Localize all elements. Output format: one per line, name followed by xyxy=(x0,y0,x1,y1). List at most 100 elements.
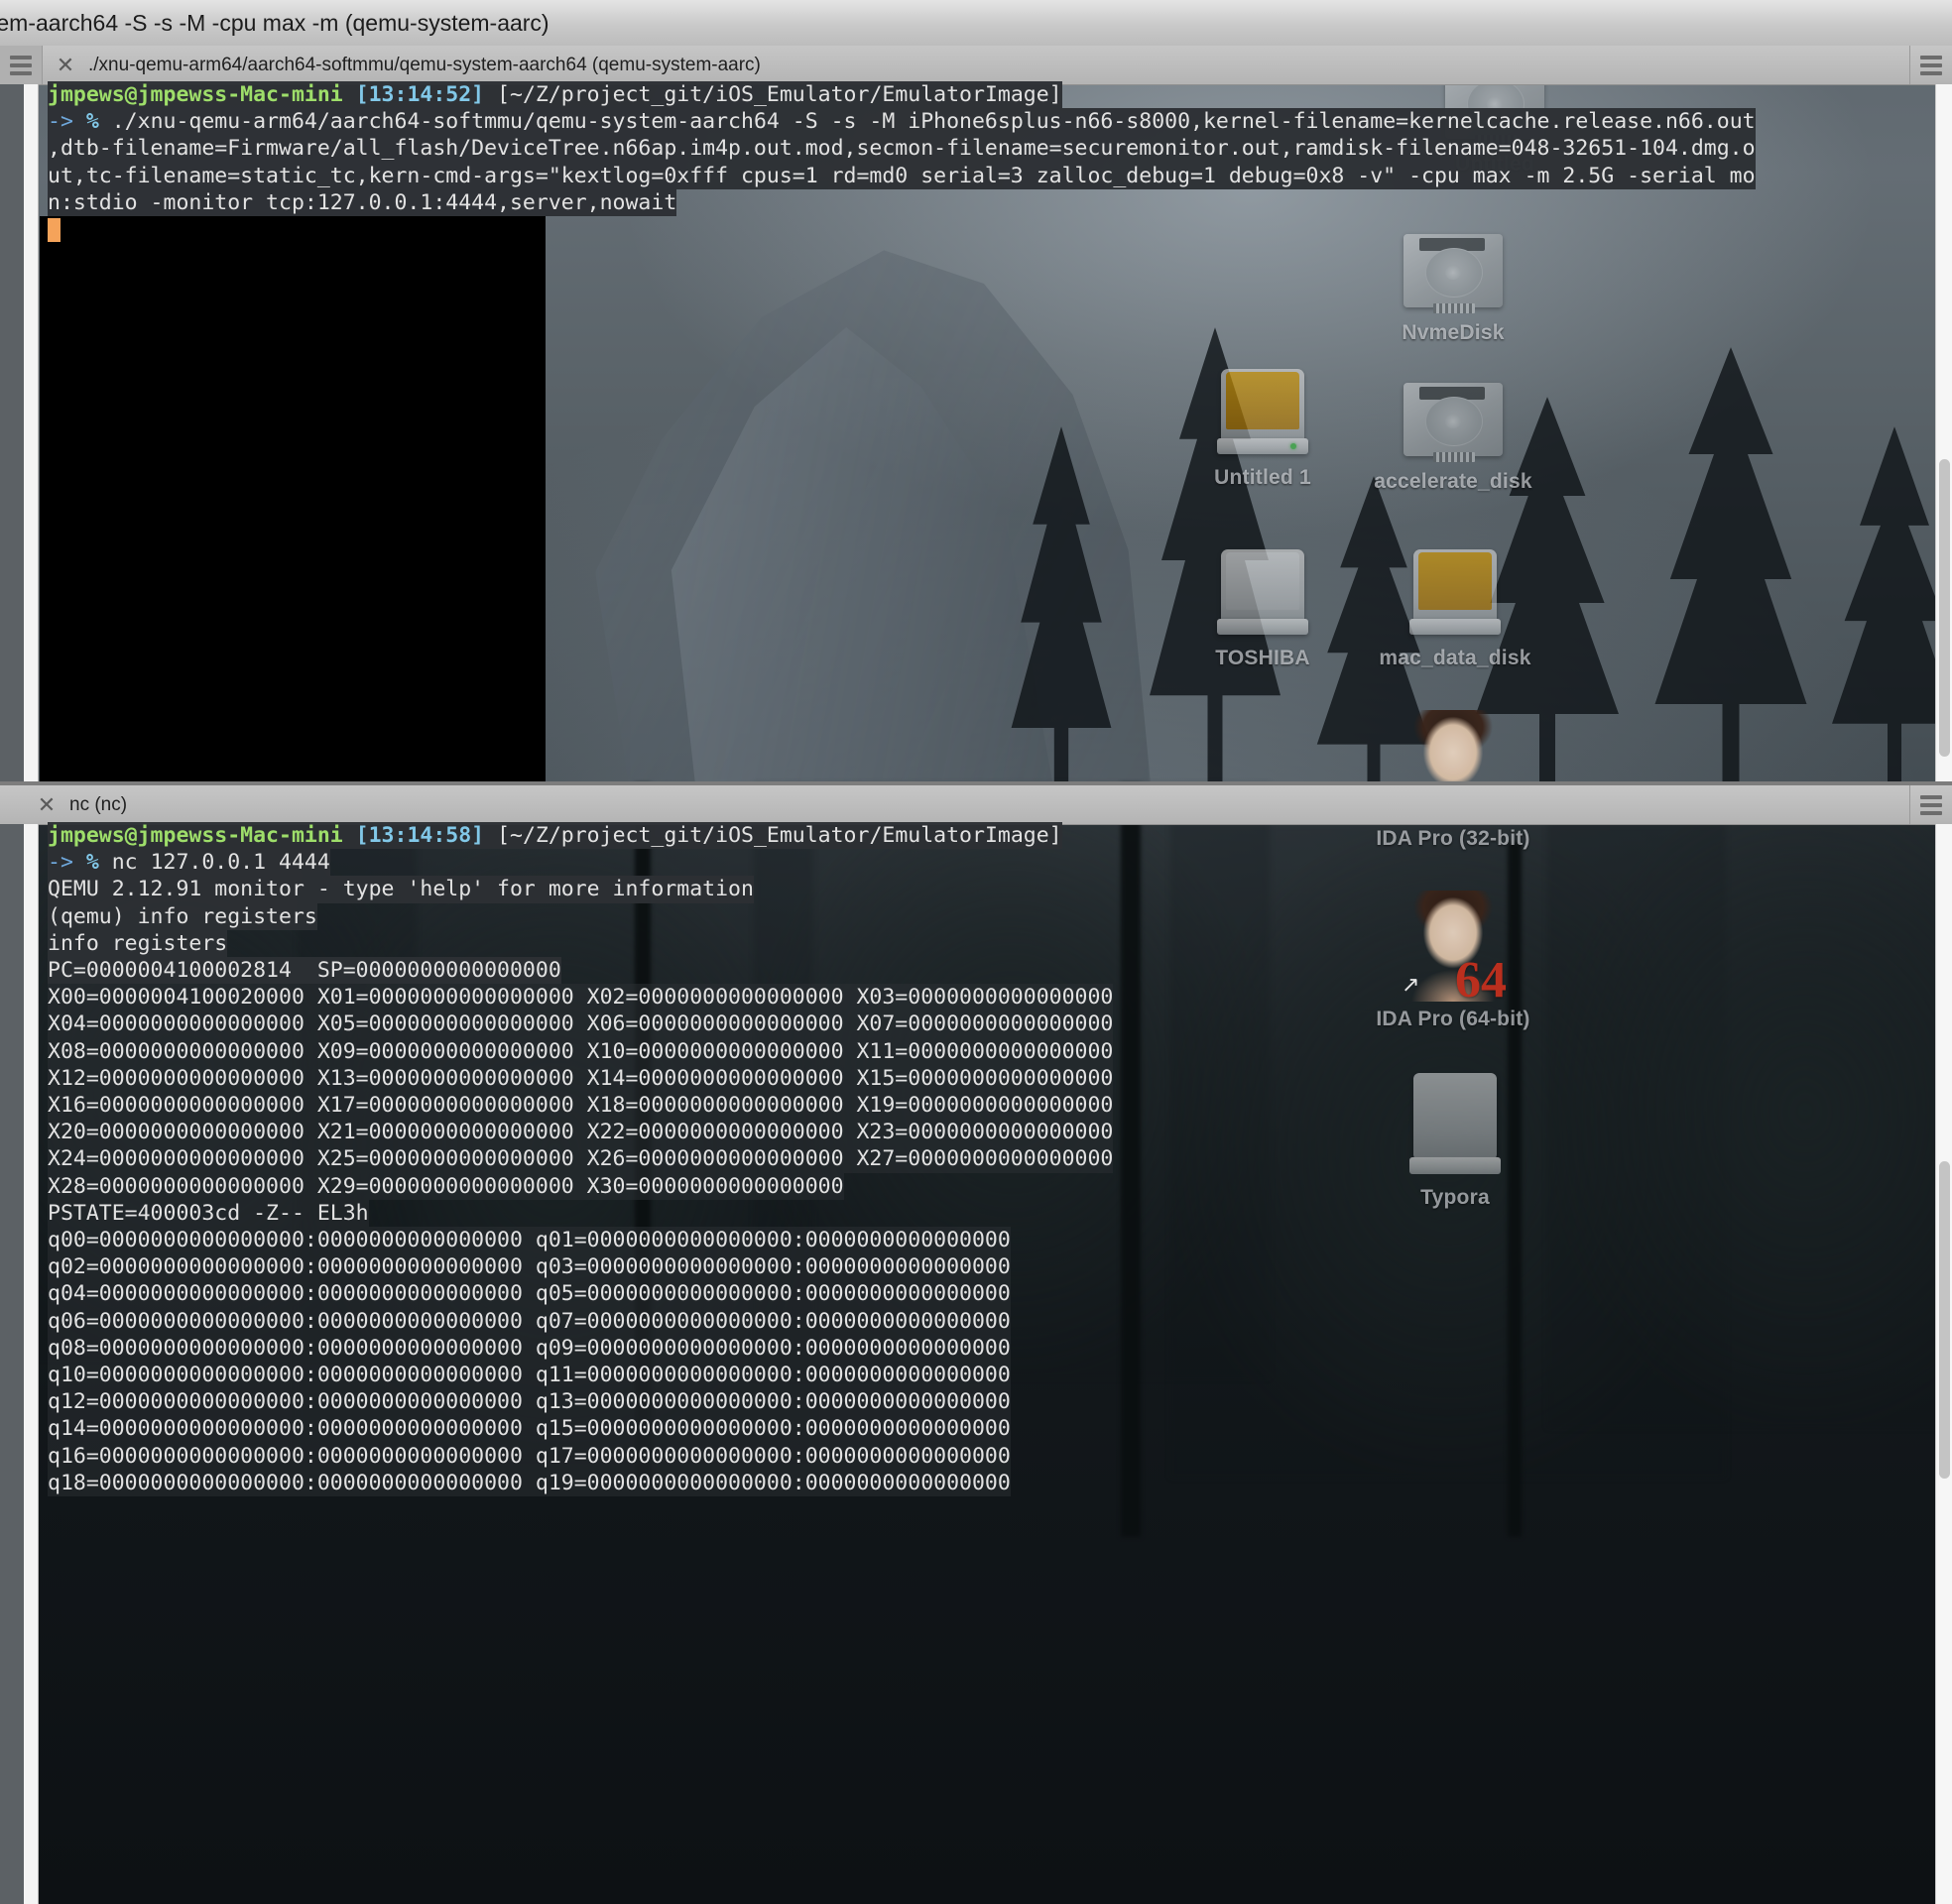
terminal-line: PC=0000004100002814 SP=0000000000000000 xyxy=(48,957,1555,985)
pane-header-nc[interactable]: ✕ nc (nc) xyxy=(0,785,1952,825)
hard-disk-icon xyxy=(1403,377,1503,464)
terminal-line: X16=0000000000000000 X17=000000000000000… xyxy=(48,1092,1555,1120)
terminal-line: q00=0000000000000000:0000000000000000 q0… xyxy=(48,1227,1555,1254)
terminal-line: q04=0000000000000000:0000000000000000 q0… xyxy=(48,1280,1555,1308)
terminal-span: ut,tc-filename=static_tc,kern-cmd-args="… xyxy=(48,163,1756,188)
terminal-line: QEMU 2.12.91 monitor - type 'help' for m… xyxy=(48,876,1555,903)
scrollbar-thumb[interactable] xyxy=(1939,1161,1950,1479)
hamburger-icon-right[interactable] xyxy=(1909,46,1952,84)
terminal-cursor xyxy=(48,218,61,242)
hard-disk-icon xyxy=(1403,228,1503,315)
scrollbar-qemu[interactable] xyxy=(1935,84,1952,781)
desktop-icon-accelerate-disk[interactable]: accelerate_disk xyxy=(1359,377,1547,494)
terminal-line: jmpews@jmpewss-Mac-mini [13:14:58] [~/Z/… xyxy=(48,822,1555,850)
terminal-line: (qemu) info registers xyxy=(48,902,1555,930)
terminal-line: X28=0000000000000000 X29=000000000000000… xyxy=(48,1172,1555,1200)
terminal-text-nc: jmpews@jmpewss-Mac-mini [13:14:58] [~/Z/… xyxy=(48,822,1555,1497)
terminal-line: ut,tc-filename=static_tc,kern-cmd-args="… xyxy=(48,162,1756,189)
wallpaper-tree xyxy=(1654,347,1807,793)
hamburger-icon-right[interactable] xyxy=(1909,785,1952,824)
pane-edge-shadow-nc xyxy=(0,824,24,1904)
pane-header-qemu[interactable]: ✕ ./xnu-qemu-arm64/aarch64-softmmu/qemu-… xyxy=(0,46,1952,85)
terminal-span: PSTATE=400003cd -Z-- EL3h xyxy=(48,1200,369,1226)
terminal-span: [~/Z/project_git/iOS_Emulator/EmulatorIm… xyxy=(484,82,1062,107)
external-drive-icon xyxy=(1409,545,1501,641)
terminal-span: q02=0000000000000000:0000000000000000 q0… xyxy=(48,1254,1011,1280)
terminal-line: X12=0000000000000000 X13=000000000000000… xyxy=(48,1064,1555,1093)
terminal-line: q08=0000000000000000:0000000000000000 q0… xyxy=(48,1334,1555,1363)
pane-edge-shadow xyxy=(0,84,24,781)
terminal-line: X04=0000000000000000 X05=000000000000000… xyxy=(48,1011,1555,1038)
terminal-span: jmpews@jmpewss-Mac-mini xyxy=(48,82,356,107)
desktop-icon-label: mac_data_disk xyxy=(1379,647,1531,669)
scrollbar-thumb[interactable] xyxy=(1939,459,1950,757)
qemu-output-area xyxy=(40,216,546,781)
terminal-span: q14=0000000000000000:0000000000000000 q1… xyxy=(48,1416,1011,1442)
terminal-span: q00=0000000000000000:0000000000000000 q0… xyxy=(48,1228,1011,1253)
screen: Untitled NvmeDisk Untitled 1 accelerate_… xyxy=(0,0,1952,1904)
terminal-span: ,dtb-filename=Firmware/all_flash/DeviceT… xyxy=(48,136,1756,162)
terminal-span: X12=0000000000000000 X13=000000000000000… xyxy=(48,1065,1114,1091)
desktop-icon-label: TOSHIBA xyxy=(1215,647,1310,669)
terminal-line: ,dtb-filename=Firmware/all_flash/DeviceT… xyxy=(48,135,1756,163)
terminal-line: q10=0000000000000000:0000000000000000 q1… xyxy=(48,1362,1555,1389)
desktop-icon-toshiba[interactable]: TOSHIBA xyxy=(1168,545,1357,670)
pane-tab-title-nc: nc (nc) xyxy=(69,793,128,815)
terminal-line: X24=0000000000000000 X25=000000000000000… xyxy=(48,1145,1555,1173)
pane-gutter-left-nc xyxy=(24,824,39,1904)
terminal-line: X08=0000000000000000 X09=000000000000000… xyxy=(48,1037,1555,1065)
terminal-span: jmpews@jmpewss-Mac-mini xyxy=(48,823,356,848)
terminal-span: % xyxy=(85,850,112,876)
terminal-line: PSTATE=400003cd -Z-- EL3h xyxy=(48,1199,1555,1228)
close-icon[interactable]: ✕ xyxy=(43,54,88,76)
terminal-span: (qemu) info registers xyxy=(48,903,317,929)
desktop-icon-label: accelerate_disk xyxy=(1374,470,1532,493)
terminal-span: q10=0000000000000000:0000000000000000 q1… xyxy=(48,1363,1011,1388)
terminal-span: ./xnu-qemu-arm64/aarch64-softmmu/qemu-sy… xyxy=(111,109,1756,135)
terminal-span: X00=0000004100020000 X01=000000000000000… xyxy=(48,985,1114,1011)
close-icon[interactable]: ✕ xyxy=(24,793,69,816)
terminal-line: -> % nc 127.0.0.1 4444 xyxy=(48,849,1555,877)
terminal-span: info registers xyxy=(48,930,228,956)
terminal-span: X20=0000000000000000 X21=000000000000000… xyxy=(48,1120,1114,1145)
window-title: tem-aarch64 -S -s -M -cpu max -m (qemu-s… xyxy=(0,9,549,36)
terminal-span: -> xyxy=(48,109,86,135)
terminal-span: [~/Z/project_git/iOS_Emulator/EmulatorIm… xyxy=(484,823,1062,848)
terminal-line: q06=0000000000000000:0000000000000000 q0… xyxy=(48,1307,1555,1335)
pane-tab-title-qemu: ./xnu-qemu-arm64/aarch64-softmmu/qemu-sy… xyxy=(88,54,761,75)
terminal-line: n:stdio -monitor tcp:127.0.0.1:4444,serv… xyxy=(48,188,1555,217)
terminal-line: info registers xyxy=(48,929,1555,958)
terminal-line: q16=0000000000000000:0000000000000000 q1… xyxy=(48,1442,1555,1470)
terminal-span: q08=0000000000000000:0000000000000000 q0… xyxy=(48,1335,1011,1361)
terminal-span: nc 127.0.0.1 4444 xyxy=(111,850,330,876)
external-drive-icon xyxy=(1217,545,1308,641)
terminal-line: q12=0000000000000000:0000000000000000 q1… xyxy=(48,1388,1555,1416)
terminal-span: q16=0000000000000000:0000000000000000 q1… xyxy=(48,1443,1011,1469)
terminal-span: q06=0000000000000000:0000000000000000 q0… xyxy=(48,1308,1011,1334)
pane-gutter-left xyxy=(24,84,39,781)
terminal-line: q18=0000000000000000:0000000000000000 q1… xyxy=(48,1469,1555,1497)
terminal-span: X28=0000000000000000 X29=000000000000000… xyxy=(48,1173,844,1199)
terminal-span: [13:14:52] xyxy=(355,82,485,107)
terminal-text-qemu: jmpews@jmpewss-Mac-mini [13:14:52] [~/Z/… xyxy=(48,81,1756,217)
terminal-span: X16=0000000000000000 X17=000000000000000… xyxy=(48,1093,1114,1119)
scrollbar-nc[interactable] xyxy=(1935,824,1952,1904)
desktop-icon-mac-data-disk[interactable]: mac_data_disk xyxy=(1361,545,1549,670)
terminal-span: X08=0000000000000000 X09=000000000000000… xyxy=(48,1038,1114,1064)
desktop-icon-label: Untitled 1 xyxy=(1214,466,1311,489)
external-drive-icon xyxy=(1217,365,1308,460)
terminal-span: n:stdio -monitor tcp:127.0.0.1:4444,serv… xyxy=(48,189,677,215)
desktop-icon-untitled-1[interactable]: Untitled 1 xyxy=(1168,365,1357,490)
terminal-line: X20=0000000000000000 X21=000000000000000… xyxy=(48,1119,1555,1146)
terminal-span: [13:14:58] xyxy=(355,823,485,848)
terminal-span: q12=0000000000000000:0000000000000000 q1… xyxy=(48,1389,1011,1415)
desktop-icon-label: NvmeDisk xyxy=(1402,321,1505,344)
terminal-span: q18=0000000000000000:0000000000000000 q1… xyxy=(48,1470,1011,1495)
terminal-line: q14=0000000000000000:0000000000000000 q1… xyxy=(48,1415,1555,1443)
terminal-span: % xyxy=(85,109,112,135)
terminal-line: -> % ./xnu-qemu-arm64/aarch64-softmmu/qe… xyxy=(48,108,1756,136)
window-titlebar[interactable]: tem-aarch64 -S -s -M -cpu max -m (qemu-s… xyxy=(0,0,1952,47)
hamburger-icon[interactable] xyxy=(0,46,43,84)
terminal-span: q04=0000000000000000:0000000000000000 q0… xyxy=(48,1281,1011,1307)
desktop-icon-nvmedisk[interactable]: NvmeDisk xyxy=(1359,228,1547,345)
